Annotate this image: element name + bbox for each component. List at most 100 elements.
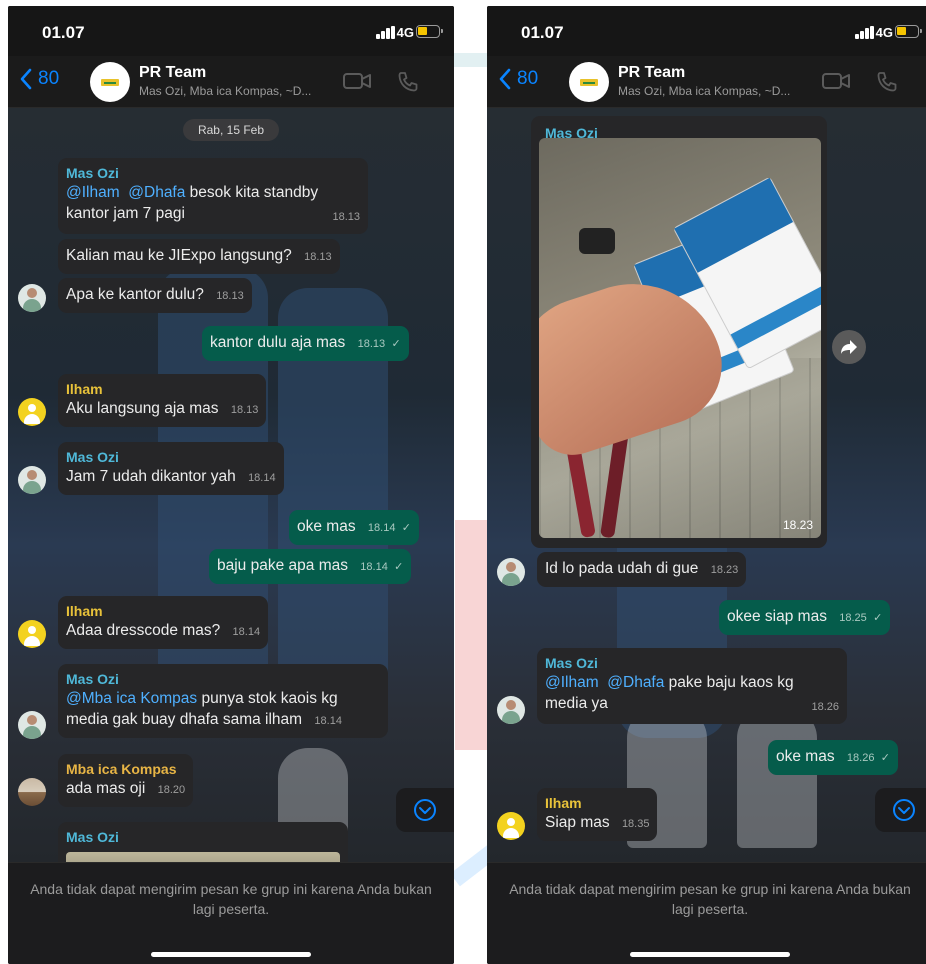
video-call-icon[interactable] bbox=[821, 70, 851, 92]
status-bar: 01.07 4G bbox=[487, 6, 926, 56]
back-button[interactable]: 80 bbox=[499, 68, 538, 90]
chat-area[interactable]: Rab, 15 Feb Mas Ozi @Ilham @Dhafa besok … bbox=[8, 108, 454, 862]
message-time: 18.14 bbox=[248, 472, 276, 484]
message-bubble[interactable]: Id lo pada udah di gue 18.23 bbox=[537, 552, 747, 587]
chat-area[interactable]: Mas Ozi 18.23 Id lo pada udah di gue 18.… bbox=[487, 108, 926, 862]
message-bubble[interactable]: Mas Ozi Jam 7 udah dikantor yah 18.14 bbox=[58, 442, 284, 495]
composer-disabled: Anda tidak dapat mengirim pesan ke grup … bbox=[487, 862, 926, 964]
message-bubble[interactable]: Ilham Adaa dresscode mas? 18.14 bbox=[58, 596, 269, 649]
photo-preview[interactable] bbox=[66, 852, 340, 862]
message-text: oke mas bbox=[297, 518, 356, 535]
sender-avatar[interactable] bbox=[497, 558, 525, 586]
message-bubble-outgoing[interactable]: okee siap mas 18.25 ✓ bbox=[719, 600, 891, 635]
message-bubble-outgoing[interactable]: baju pake apa mas 18.14 ✓ bbox=[209, 549, 412, 584]
message-bubble[interactable]: Mba ica Kompas ada mas oji 18.20 bbox=[58, 754, 194, 807]
read-check-icon: ✓ bbox=[394, 561, 404, 573]
sender-name: Ilham bbox=[66, 381, 103, 397]
message-time: 18.26 bbox=[811, 701, 839, 713]
message-bubble[interactable]: Mas Ozi @Mba ica Kompas punya stok kaois… bbox=[58, 664, 388, 738]
message-bubble[interactable]: Mas Ozi @Ilham @Dhafa besok kita standby… bbox=[58, 158, 368, 234]
message-time: 18.14 bbox=[232, 626, 261, 638]
group-avatar[interactable] bbox=[90, 62, 130, 102]
message-time: 18.14 bbox=[314, 715, 342, 727]
network-type: 4G bbox=[396, 25, 414, 40]
message-bubble[interactable]: Apa ke kantor dulu? 18.13 bbox=[58, 278, 252, 313]
composer-disabled: Anda tidak dapat mengirim pesan ke grup … bbox=[8, 862, 454, 964]
message-bubble-outgoing[interactable]: oke mas 18.26 ✓ bbox=[768, 740, 898, 775]
video-call-icon[interactable] bbox=[342, 70, 372, 92]
message-time: 18.13 bbox=[216, 290, 244, 302]
mention-link[interactable]: @Dhafa bbox=[607, 674, 664, 691]
message-bubble[interactable]: Ilham Siap mas 18.35 bbox=[537, 788, 658, 841]
phone-call-icon[interactable] bbox=[396, 70, 420, 94]
message-time: 18.13 bbox=[332, 211, 360, 223]
message-text: oke mas bbox=[776, 748, 835, 765]
message-text: Id lo pada udah di gue bbox=[545, 560, 699, 577]
read-check-icon: ✓ bbox=[873, 612, 883, 624]
message-time: 18.20 bbox=[157, 784, 186, 796]
sender-name: Ilham bbox=[545, 795, 582, 811]
message-time: 18.25 bbox=[839, 612, 867, 624]
message-time: 18.13 bbox=[230, 404, 259, 416]
message-text: kantor dulu aja mas bbox=[210, 334, 346, 351]
message-text: okee siap mas bbox=[727, 608, 827, 625]
sender-avatar[interactable] bbox=[497, 812, 525, 840]
date-separator: Rab, 15 Feb bbox=[183, 119, 279, 141]
message-bubble-outgoing[interactable]: oke mas 18.14 ✓ bbox=[289, 510, 419, 545]
group-title[interactable]: PR Team bbox=[139, 64, 206, 82]
home-indicator[interactable] bbox=[151, 952, 311, 957]
sender-avatar[interactable] bbox=[18, 778, 46, 806]
message-time: 18.13 bbox=[304, 251, 332, 263]
signal-icon bbox=[855, 26, 875, 39]
photo-time: 18.23 bbox=[782, 518, 813, 532]
message-bubble-outgoing[interactable]: kantor dulu aja mas 18.13 ✓ bbox=[202, 326, 409, 361]
message-bubble[interactable]: Mas Ozi @Ilham @Dhafa pake baju kaos kg … bbox=[537, 648, 847, 724]
read-check-icon: ✓ bbox=[401, 522, 411, 534]
scroll-down-icon bbox=[414, 799, 436, 821]
scroll-down-button[interactable] bbox=[396, 788, 454, 832]
photo-attachment[interactable]: 18.23 bbox=[539, 138, 821, 538]
sender-avatar[interactable] bbox=[18, 398, 46, 426]
forward-icon bbox=[841, 340, 857, 354]
sender-name: Mas Ozi bbox=[66, 449, 119, 465]
sender-avatar[interactable] bbox=[18, 711, 46, 739]
status-time: 01.07 bbox=[521, 23, 564, 42]
scroll-down-button[interactable] bbox=[875, 788, 926, 832]
sender-avatar[interactable] bbox=[18, 284, 46, 312]
sender-avatar[interactable] bbox=[497, 696, 525, 724]
composer-notice: Anda tidak dapat mengirim pesan ke grup … bbox=[30, 881, 432, 917]
read-check-icon: ✓ bbox=[880, 752, 890, 764]
chat-header: 80 PR Team Mas Ozi, Mba ica Kompas, ~D..… bbox=[487, 56, 926, 108]
group-title[interactable]: PR Team bbox=[618, 64, 685, 82]
mention-link[interactable]: @Ilham bbox=[66, 184, 120, 201]
message-time: 18.14 bbox=[367, 522, 396, 534]
message-bubble[interactable]: Mas Ozi bbox=[58, 822, 348, 862]
forward-button[interactable] bbox=[832, 330, 866, 364]
message-text: baju pake apa mas bbox=[217, 557, 348, 574]
scroll-down-icon bbox=[893, 799, 915, 821]
phone-call-icon[interactable] bbox=[875, 70, 899, 94]
group-members[interactable]: Mas Ozi, Mba ica Kompas, ~D... bbox=[139, 84, 311, 98]
message-text: Siap mas bbox=[545, 814, 610, 831]
home-indicator[interactable] bbox=[630, 952, 790, 957]
message-text: Kalian mau ke JIExpo langsung? bbox=[66, 247, 292, 264]
sender-avatar[interactable] bbox=[18, 466, 46, 494]
mention-link[interactable]: @Mba ica Kompas bbox=[66, 690, 197, 707]
phone-screen-right: 01.07 4G 80 PR Team Mas Ozi, Mba ica Kom… bbox=[487, 6, 926, 964]
status-bar: 01.07 4G bbox=[8, 6, 454, 56]
back-chevron-icon bbox=[499, 68, 511, 90]
mention-link[interactable]: @Ilham bbox=[545, 674, 599, 691]
back-button[interactable]: 80 bbox=[20, 68, 59, 90]
message-text: ada mas oji bbox=[66, 780, 146, 797]
message-bubble[interactable]: Kalian mau ke JIExpo langsung? 18.13 bbox=[58, 239, 340, 274]
group-avatar[interactable] bbox=[569, 62, 609, 102]
message-time: 18.13 bbox=[357, 338, 386, 350]
read-check-icon: ✓ bbox=[391, 338, 401, 350]
status-time: 01.07 bbox=[42, 23, 85, 42]
battery-icon bbox=[416, 25, 443, 38]
sender-avatar[interactable] bbox=[18, 620, 46, 648]
signal-icon bbox=[376, 26, 396, 39]
group-members[interactable]: Mas Ozi, Mba ica Kompas, ~D... bbox=[618, 84, 790, 98]
message-bubble[interactable]: Ilham Aku langsung aja mas 18.13 bbox=[58, 374, 267, 427]
mention-link[interactable]: @Dhafa bbox=[128, 184, 185, 201]
